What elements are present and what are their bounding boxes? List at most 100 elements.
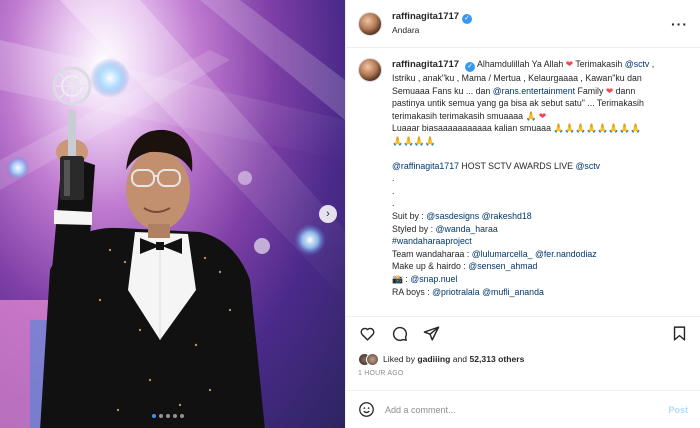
post-caption: raffinagita1717 ✓ Alhamdulillah Ya Allah … (346, 48, 700, 314)
mention-link[interactable]: @rakeshd18 (482, 211, 532, 221)
stage-photo-illustration (0, 0, 345, 428)
more-options-button[interactable]: ··· (671, 16, 688, 32)
caption-fragment: . (392, 198, 395, 209)
caption-fragment: Team wandaharaa : (392, 248, 472, 259)
carousel-next-button[interactable]: › (319, 205, 337, 223)
mention-link[interactable]: @sensen_ahmad (468, 261, 537, 271)
mention-link[interactable]: @sctv (625, 59, 650, 69)
mention-link[interactable]: @mufli_ananda (482, 287, 544, 297)
post-photo[interactable]: › (0, 0, 345, 428)
share-button[interactable] (422, 325, 440, 343)
save-button[interactable] (670, 325, 688, 343)
caption-line: . (392, 185, 688, 198)
caption-line: Make up & hairdo : @sensen_ahmad (392, 260, 688, 273)
caption-fragment: . (392, 185, 395, 196)
caption-fragment: terimakasih terimakasih smuaaaa 🙏 (392, 110, 539, 121)
carousel-dot (180, 414, 184, 418)
caption-line: . (392, 172, 688, 185)
caption-line: . (392, 197, 688, 210)
caption-line: Semuaaa Fans ku ... dan @rans.entertainm… (392, 85, 688, 98)
mention-link[interactable]: @fer.nandodiaz (535, 249, 597, 259)
verified-badge-icon: ✓ (462, 14, 473, 24)
comment-icon (392, 326, 407, 341)
caption-line: 🙏🙏🙏🙏 (392, 135, 688, 148)
heart-icon (360, 327, 374, 341)
mention-link[interactable]: @lulumarcella_ (472, 249, 533, 259)
caption-fragment: Alhamdulillah Ya Allah (477, 59, 566, 69)
avatar[interactable] (358, 11, 382, 36)
like-button[interactable] (358, 325, 376, 343)
author-username[interactable]: raffinagita1717 (392, 11, 459, 22)
caption-fragment: Semuaaa Fans ku ... dan (392, 85, 493, 96)
caption-fragment: , (649, 59, 655, 69)
liked-by-user[interactable]: gadiiing (417, 354, 450, 364)
mention-link[interactable]: @priotralala (432, 287, 480, 297)
carousel-dot (152, 414, 156, 418)
bookmark-icon (673, 326, 685, 341)
caption-line: Styled by : @wanda_haraa (392, 223, 688, 236)
chevron-right-icon: › (326, 208, 330, 220)
caption-line: Alhamdulillah Ya Allah ❤ Terimakasih @sc… (477, 59, 654, 69)
caption-avatar[interactable] (358, 58, 382, 82)
caption-fragment: Family (575, 85, 606, 96)
caption-text: raffinagita1717 ✓ Alhamdulillah Ya Allah … (392, 58, 688, 314)
caption-line: #wandaharaaproject (392, 235, 688, 248)
carousel-dot (159, 414, 163, 418)
caption-fragment: HOST SCTV AWARDS LIVE (458, 160, 576, 171)
caption-line: terimakasih terimakasih smuaaaa 🙏 ❤ (392, 110, 688, 123)
caption-fragment: dann (613, 85, 636, 96)
caption-fragment: RA boys : (392, 286, 433, 297)
more-horizontal-icon: ··· (671, 15, 688, 32)
mention-link[interactable]: @wanda_haraa (436, 224, 498, 234)
comment-button[interactable] (390, 325, 408, 343)
post-comment-button[interactable]: Post (668, 405, 688, 415)
comment-bar: Post (346, 390, 700, 428)
likes-middle: and (450, 354, 470, 364)
likes-text: Liked by gadiiing and 52,313 others (383, 354, 524, 364)
caption-fragment: 🙏🙏🙏🙏 (392, 135, 436, 146)
carousel-dot (166, 414, 170, 418)
instagram-post: › raffinagita1717 ✓ Andara ··· raffinagi… (0, 0, 700, 428)
action-bar (346, 316, 700, 350)
heart-emoji: ❤ (538, 110, 547, 121)
mention-link[interactable]: @sctv (576, 161, 601, 171)
likes-summary: Liked by gadiiing and 52,313 others (346, 350, 700, 368)
caption-line: Istriku , anak"ku , Mama / Mertua , Kela… (392, 72, 688, 85)
smiley-icon[interactable] (358, 401, 375, 418)
caption-line: Luaaar biasaaaaaaaaaaa kalian smuaaa 🙏🙏🙏… (392, 122, 688, 135)
liker-avatar (366, 352, 379, 366)
heart-emoji: ❤ (565, 59, 574, 69)
carousel-dot (173, 414, 177, 418)
caption-fragment: 📸 : (392, 273, 411, 284)
caption-fragment: Styled by : (392, 223, 436, 234)
mention-link[interactable]: @rans.entertainment (493, 86, 575, 96)
caption-line: Suit by : @sasdesigns @rakeshd18 (392, 210, 688, 223)
caption-line: 📸 : @snap.nuel (392, 273, 688, 286)
post-author: raffinagita1717 ✓ Andara (392, 10, 473, 37)
caption-fragment: pastinya untik semua yang ga bisa ak seb… (392, 98, 644, 109)
caption-fragment: Luaaar biasaaaaaaaaaaa kalian smuaaa 🙏🙏🙏… (392, 123, 642, 134)
likes-count[interactable]: 52,313 others (469, 354, 524, 364)
caption-fragment: Suit by : (392, 210, 427, 221)
share-icon (423, 326, 439, 341)
caption-line: @raffinagita1717 HOST SCTV AWARDS LIVE @… (392, 160, 688, 173)
carousel-dots (152, 414, 184, 418)
comment-input[interactable] (385, 404, 669, 415)
caption-username[interactable]: raffinagita1717 (392, 59, 459, 70)
caption-line: Team wandaharaa : @lulumarcella_ @fer.na… (392, 248, 688, 261)
caption-fragment: Istriku , anak"ku , Mama / Mertua , Kela… (392, 73, 642, 83)
mention-link[interactable]: @snap.nuel (410, 274, 457, 284)
mention-link[interactable]: @raffinagita1717 (392, 161, 459, 171)
post-timestamp[interactable]: 1 HOUR AGO (346, 368, 700, 384)
verified-badge-icon: ✓ (465, 62, 476, 72)
caption-fragment: Make up & hairdo : (392, 261, 469, 272)
likes-prefix: Liked by (383, 354, 418, 364)
caption-fragment: . (392, 173, 395, 184)
post-side-panel: raffinagita1717 ✓ Andara ··· raffinagita1… (345, 0, 700, 428)
caption-line: pastinya untik semua yang ga bisa ak seb… (392, 97, 688, 110)
post-location[interactable]: Andara (392, 24, 472, 37)
post-header: raffinagita1717 ✓ Andara ··· (346, 0, 700, 48)
mention-link[interactable]: @sasdesigns (426, 211, 479, 221)
caption-line: RA boys : @priotralala @mufli_ananda (392, 286, 688, 299)
mention-link[interactable]: #wandaharaaproject (392, 236, 472, 246)
